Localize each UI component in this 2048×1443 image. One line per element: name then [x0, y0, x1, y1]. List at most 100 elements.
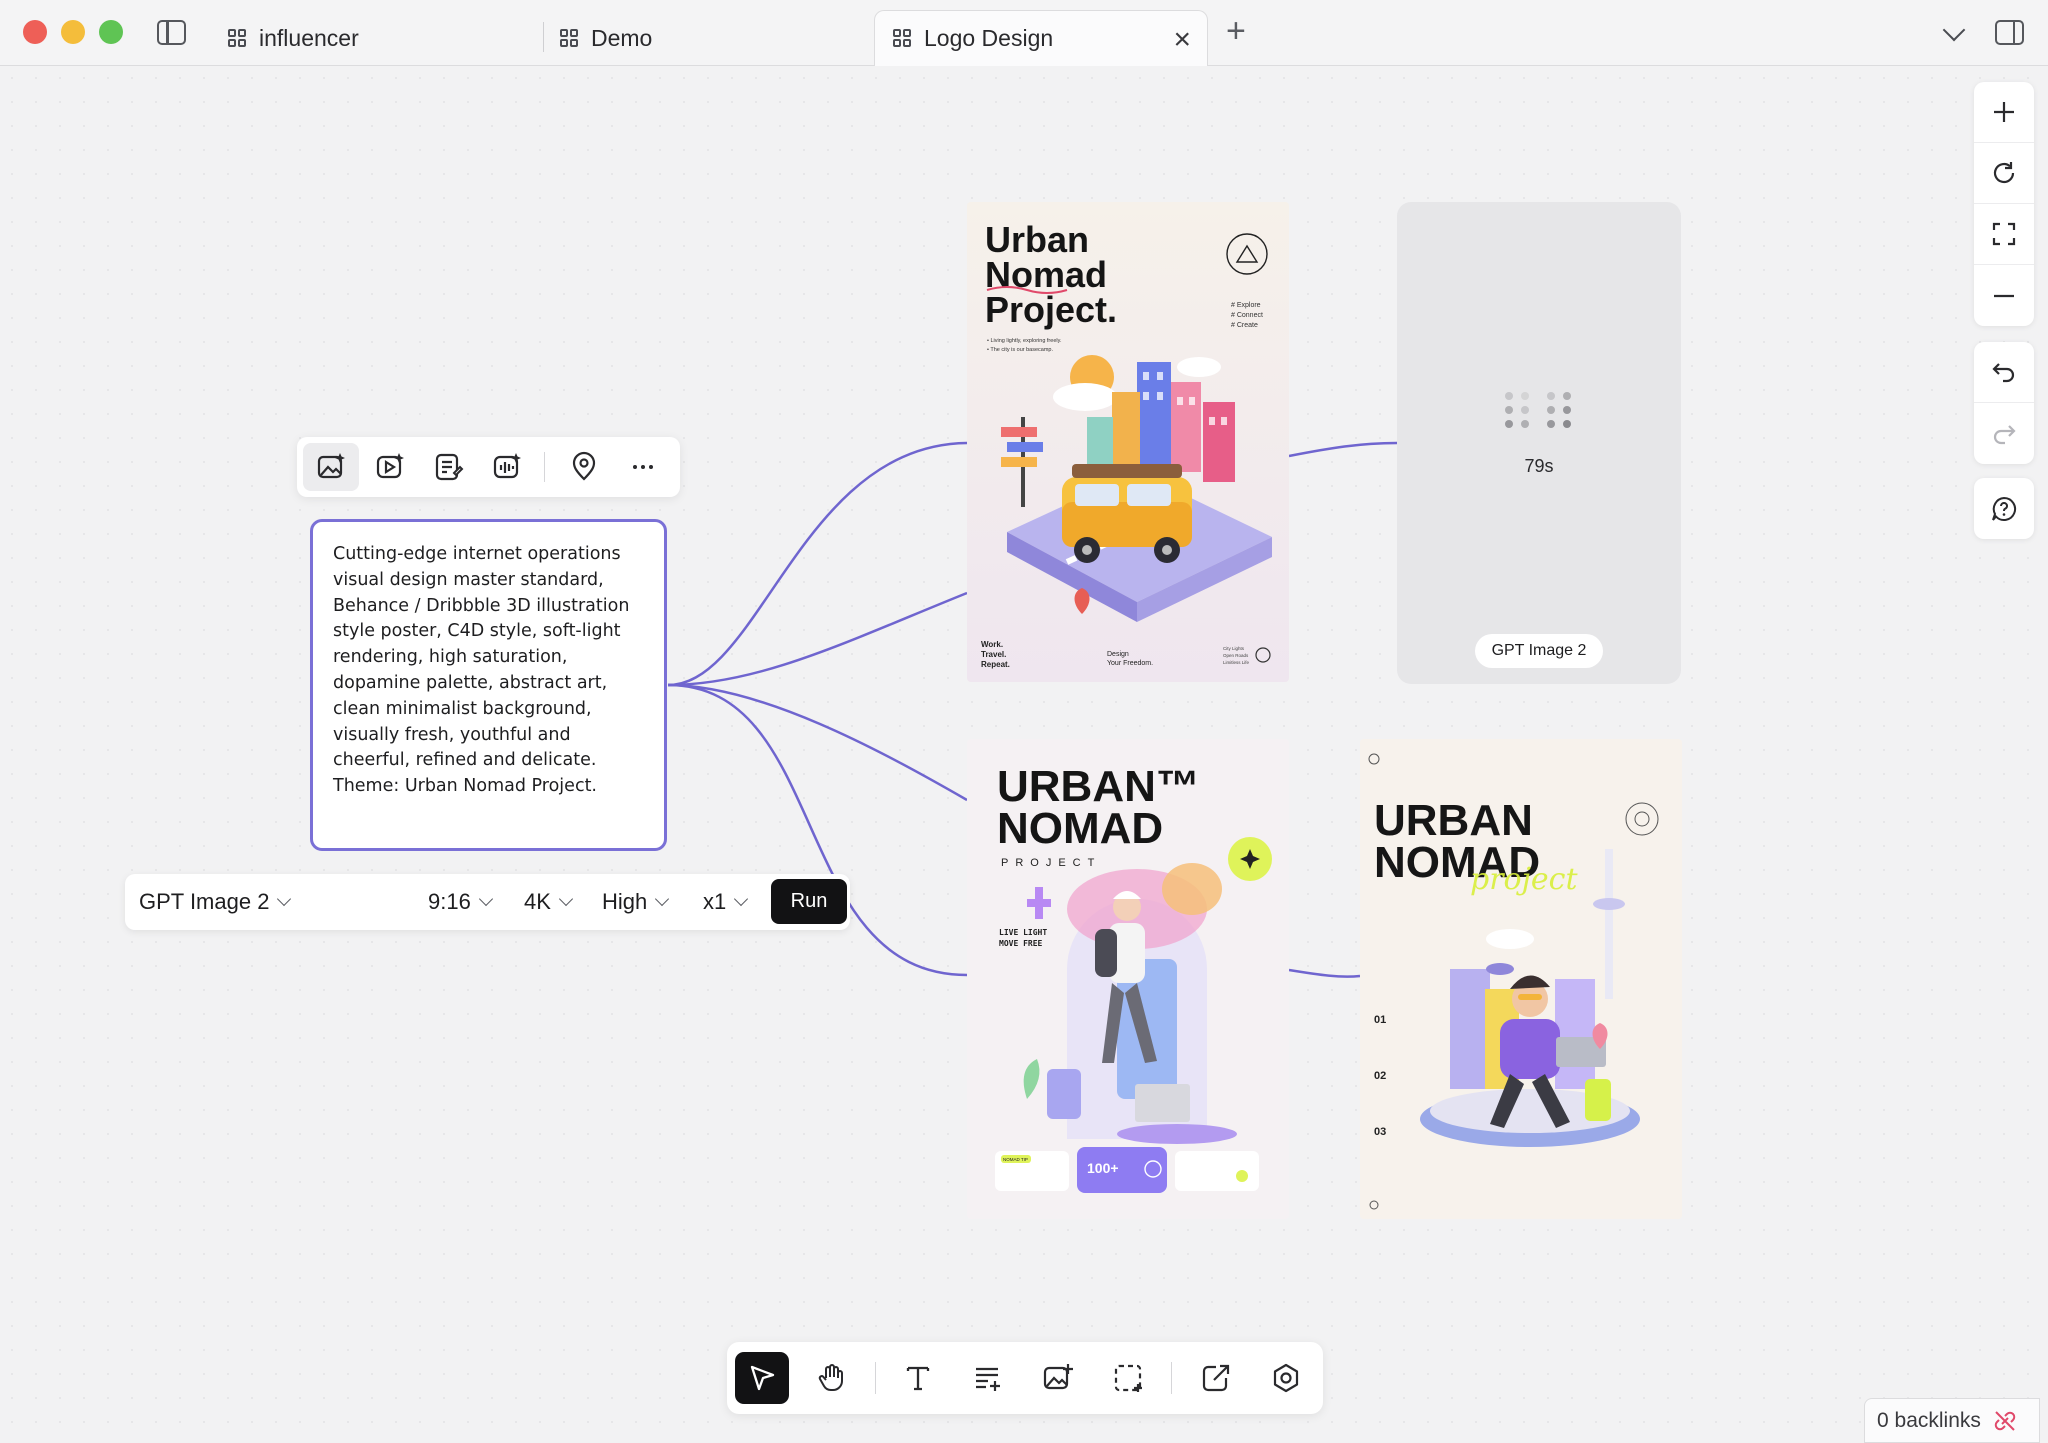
close-window-button[interactable]	[23, 20, 47, 44]
select-tool-button[interactable]	[735, 1352, 789, 1404]
text-icon	[906, 1366, 930, 1391]
new-tab-icon[interactable]: +	[1226, 14, 1246, 48]
poster-tag: # Create	[1231, 322, 1258, 329]
poster-footer: Travel.	[981, 650, 1006, 659]
count-select[interactable]: x1	[703, 874, 749, 930]
refresh-icon	[1993, 162, 2015, 184]
pointer-icon	[750, 1365, 775, 1391]
more-dots-icon	[633, 465, 654, 469]
tab-influencer[interactable]: influencer	[210, 10, 540, 66]
redo-icon	[1993, 424, 2016, 444]
zoom-in-button[interactable]	[1974, 82, 2034, 143]
fit-to-screen-button[interactable]	[1974, 204, 2034, 265]
node-toolbar	[297, 437, 680, 497]
tab-demo[interactable]: Demo	[542, 10, 872, 66]
image-generate-button[interactable]	[303, 443, 359, 491]
generation-settings-bar: GPT Image 2 9:16 4K High x1 Run	[125, 874, 850, 930]
hand-tool-button[interactable]	[805, 1352, 859, 1404]
help-controls	[1974, 478, 2034, 539]
model-badge: GPT Image 2	[1475, 634, 1603, 668]
minus-icon	[1994, 294, 2014, 297]
unlink-icon	[1994, 1410, 2016, 1431]
poster-illustration: URBAN NOMAD project 01 02 03	[1360, 739, 1682, 1219]
backlinks-label: 0 backlinks	[1877, 1408, 1981, 1432]
frame-tool-button[interactable]	[1101, 1352, 1155, 1404]
hand-icon	[818, 1364, 843, 1392]
undo-icon	[1992, 363, 2015, 383]
generating-placeholder-card[interactable]: 79s GPT Image 2	[1397, 202, 1681, 684]
model-select[interactable]: GPT Image 2	[139, 874, 292, 930]
poster-title-line: NOMAD	[997, 804, 1163, 853]
ratio-select-value: 9:16	[428, 889, 471, 914]
zoom-out-button[interactable]	[1974, 265, 2034, 326]
maximize-window-button[interactable]	[99, 20, 123, 44]
sidebar-toggle-icon[interactable]	[157, 20, 186, 45]
ratio-select[interactable]: 9:16	[428, 874, 493, 930]
audio-generate-button[interactable]	[479, 443, 535, 491]
toolbar-separator	[875, 1362, 876, 1394]
location-pin-icon	[573, 451, 596, 481]
history-controls	[1974, 342, 2034, 464]
location-button[interactable]	[557, 443, 613, 491]
quality-select-value: High	[602, 889, 648, 914]
toolbar-separator	[1171, 1362, 1172, 1394]
chevron-down-icon[interactable]	[1942, 18, 1966, 42]
right-panel-toggle-icon[interactable]	[1995, 20, 2024, 45]
export-icon	[1202, 1364, 1230, 1392]
count-select-value: x1	[703, 889, 727, 914]
prompt-text: Cutting-edge internet operations visual …	[333, 544, 630, 797]
poster-bullet: • The city is our basecamp.	[987, 347, 1053, 353]
poster-footer: Design	[1107, 651, 1129, 658]
undo-button[interactable]	[1974, 342, 2034, 403]
resolution-select[interactable]: 4K	[524, 874, 573, 930]
run-button[interactable]: Run	[771, 879, 847, 924]
settings-tool-button[interactable]	[1259, 1352, 1313, 1404]
poster-side-text: MOVE FREE	[999, 939, 1043, 948]
audio-sparkle-icon	[493, 453, 521, 479]
minimize-window-button[interactable]	[61, 20, 85, 44]
image-add-icon	[1043, 1364, 1073, 1390]
list-add-icon	[976, 1367, 1000, 1391]
chevron-down-icon	[478, 891, 493, 907]
fullscreen-icon	[1992, 222, 2016, 246]
poster-tag: # Explore	[1231, 302, 1261, 309]
generated-poster-urban-nomad-2[interactable]: URBAN™ NOMAD PROJECT LIVE LIGHT MOVE FRE…	[967, 739, 1289, 1219]
backlinks-indicator[interactable]: 0 backlinks	[1864, 1398, 2040, 1443]
generated-poster-urban-nomad-3[interactable]: URBAN NOMAD project 01 02 03	[1360, 739, 1682, 1219]
text-tool-button[interactable]	[891, 1352, 945, 1404]
tab-logo-design[interactable]: Logo Design ×	[874, 10, 1208, 66]
poster-subtitle: PROJECT	[1001, 857, 1101, 869]
close-icon[interactable]: ×	[1173, 25, 1191, 55]
model-select-value: GPT Image 2	[139, 889, 270, 914]
help-button[interactable]	[1974, 478, 2034, 539]
prompt-text-node[interactable]: Cutting-edge internet operations visual …	[310, 519, 667, 851]
video-generate-button[interactable]	[362, 443, 418, 491]
text-edit-button[interactable]	[420, 443, 476, 491]
quality-select[interactable]: High	[602, 874, 670, 930]
plus-icon	[1994, 102, 2014, 122]
export-tool-button[interactable]	[1189, 1352, 1243, 1404]
dashed-frame-icon	[1114, 1364, 1142, 1392]
poster-footer: Your Freedom.	[1107, 660, 1153, 667]
chevron-down-icon	[655, 891, 670, 907]
zoom-controls	[1974, 82, 2034, 326]
refresh-button[interactable]	[1974, 143, 2034, 204]
chevron-down-icon	[558, 891, 573, 907]
list-add-tool-button[interactable]	[961, 1352, 1015, 1404]
tab-label: influencer	[259, 24, 359, 51]
more-options-button[interactable]	[615, 443, 671, 491]
video-sparkle-icon	[376, 453, 404, 479]
generated-poster-urban-nomad-1[interactable]: Urban Nomad Project. # Explore # Connect…	[967, 202, 1289, 682]
poster-script: project	[1470, 862, 1578, 897]
image-add-tool-button[interactable]	[1031, 1352, 1085, 1404]
poster-tag: # Connect	[1231, 312, 1263, 319]
poster-number: 02	[1374, 1070, 1386, 1082]
chevron-down-icon	[277, 891, 292, 907]
poster-number: 03	[1374, 1126, 1386, 1138]
poster-illustration: URBAN™ NOMAD PROJECT LIVE LIGHT MOVE FRE…	[967, 739, 1289, 1219]
document-edit-icon	[436, 453, 464, 481]
poster-footer: Work.	[981, 640, 1003, 649]
poster-bullet: • Living lightly, exploring freely.	[987, 338, 1062, 344]
poster-stat: 100+	[1087, 1160, 1119, 1176]
redo-button[interactable]	[1974, 403, 2034, 464]
